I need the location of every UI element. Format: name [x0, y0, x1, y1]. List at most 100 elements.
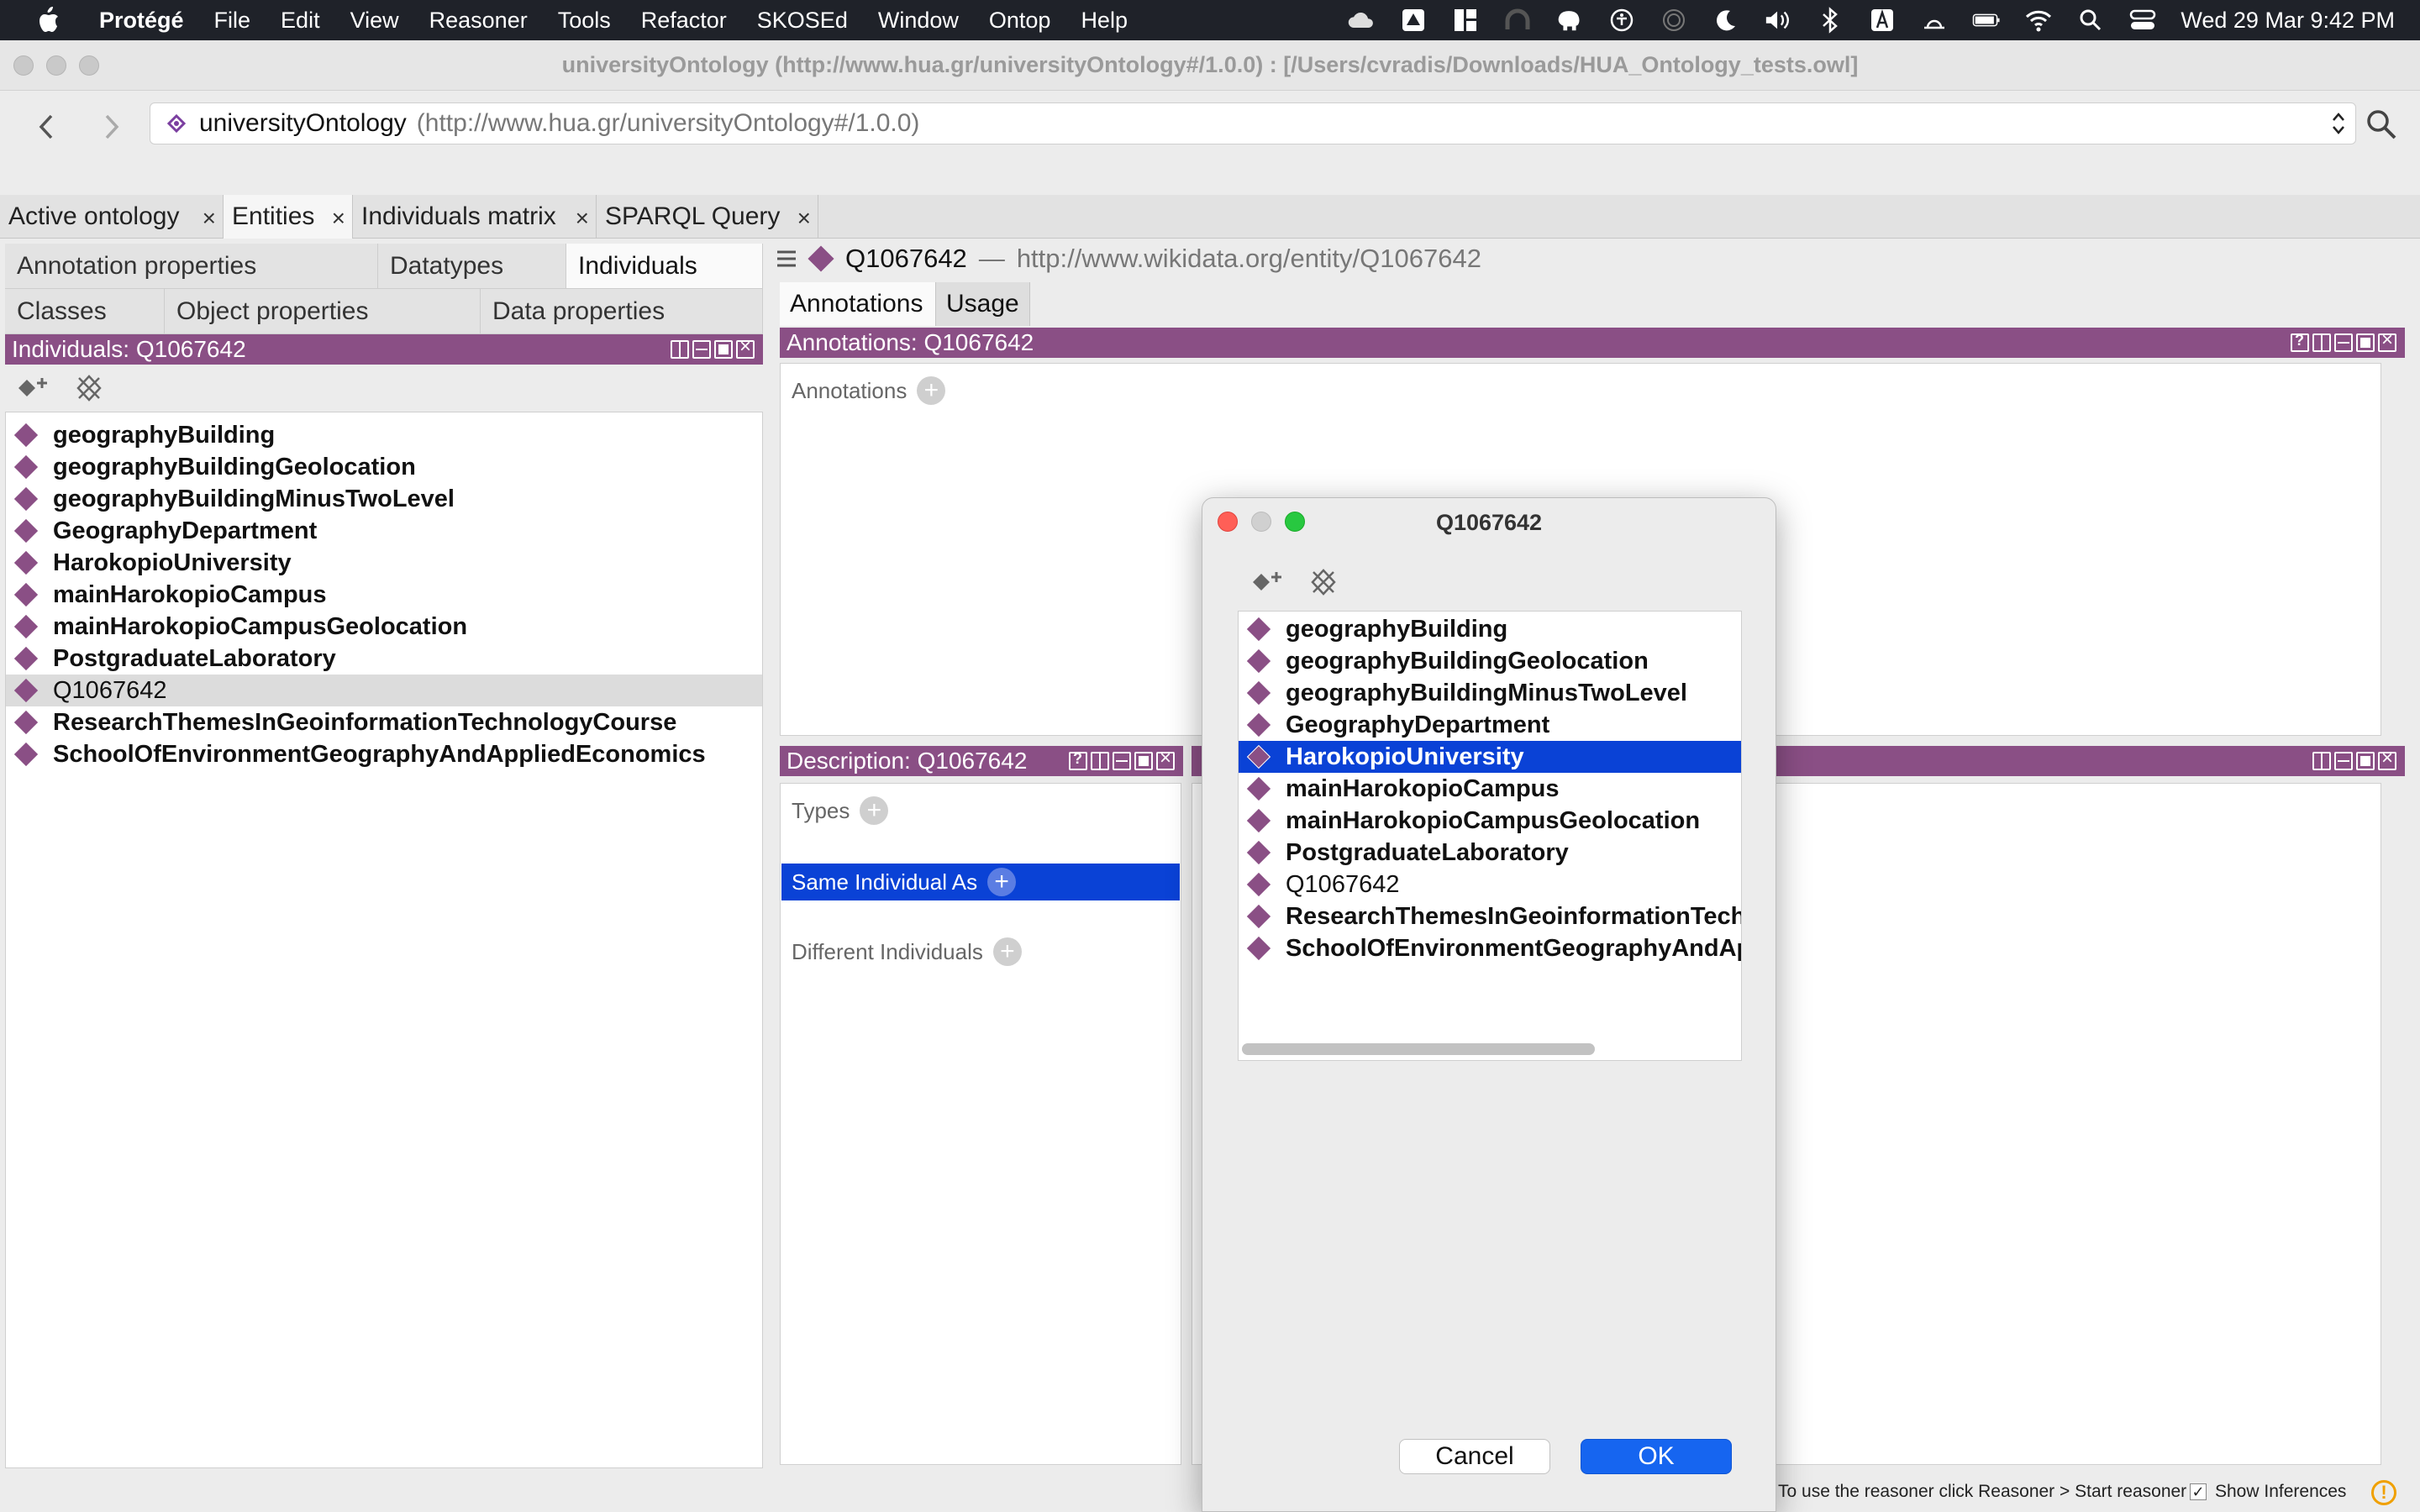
horizontal-scrollbar[interactable] [1242, 1043, 1595, 1055]
list-item-selected[interactable]: Q1067642 [6, 675, 762, 706]
headphones-icon[interactable] [1503, 6, 1532, 34]
list-item[interactable]: HarokopioUniversity [6, 547, 762, 579]
wifi-icon[interactable] [2024, 6, 2053, 34]
menu-help[interactable]: Help [1065, 8, 1143, 34]
spotlight-search-icon[interactable] [2076, 6, 2105, 34]
drive-icon[interactable] [1399, 6, 1428, 34]
tab-entities[interactable]: Entities × [224, 195, 353, 239]
hamburger-menu-icon[interactable] [776, 249, 797, 268]
list-item[interactable]: mainHarokopioCampus [6, 579, 762, 611]
subtab-data-properties[interactable]: Data properties [481, 289, 763, 334]
menu-bar-clock[interactable]: Wed 29 Mar 9:42 PM [2181, 8, 2395, 34]
list-item[interactable]: geographyBuildingMinusTwoLevel [1239, 677, 1741, 709]
ok-button[interactable]: OK [1581, 1439, 1732, 1474]
show-inferences-checkbox[interactable]: ✓ [2190, 1483, 2207, 1500]
split-view-icon[interactable] [2312, 333, 2331, 352]
airdrop-icon[interactable] [1660, 6, 1688, 34]
do-not-disturb-icon[interactable] [1712, 6, 1740, 34]
help-icon[interactable] [1069, 750, 1087, 770]
menu-skosed[interactable]: SKOSEd [742, 8, 863, 34]
subtab-object-properties[interactable]: Object properties [165, 289, 481, 334]
close-tab-icon[interactable]: × [576, 205, 589, 232]
add-annotation-icon[interactable]: + [917, 376, 946, 405]
menu-ontop[interactable]: Ontop [974, 8, 1066, 34]
add-individual-icon[interactable] [15, 373, 52, 403]
minimize-view-icon[interactable] [692, 340, 711, 359]
ontology-selector[interactable]: universityOntology (http://www.hua.gr/un… [150, 102, 2356, 144]
show-inferences-toggle[interactable]: ✓ Show Inferences [2190, 1482, 2346, 1502]
tab-usage[interactable]: Usage [936, 282, 1030, 326]
list-item[interactable]: Q1067642 [1239, 869, 1741, 900]
warning-icon[interactable]: ! [2371, 1480, 2396, 1505]
menu-app-name[interactable]: Protégé [84, 8, 199, 34]
list-item[interactable]: geographyBuilding [1239, 613, 1741, 645]
add-individual-icon[interactable] [1249, 567, 1286, 597]
close-tab-icon[interactable]: × [332, 205, 345, 232]
control-center-icon[interactable] [2128, 6, 2157, 34]
subtab-individuals[interactable]: Individuals [566, 244, 763, 289]
close-view-icon[interactable] [1156, 747, 1175, 770]
forward-button[interactable] [91, 106, 133, 148]
search-button[interactable] [2365, 108, 2398, 145]
bluetooth-icon[interactable] [1816, 6, 1844, 34]
list-item[interactable]: geographyBuildingGeolocation [6, 451, 762, 483]
minimize-view-icon[interactable] [1113, 752, 1131, 770]
add-type-icon[interactable]: + [860, 796, 889, 825]
close-view-icon[interactable] [2378, 328, 2396, 352]
split-view-icon[interactable] [2312, 752, 2331, 770]
menu-refactor[interactable]: Refactor [626, 8, 742, 34]
menu-window[interactable]: Window [863, 8, 974, 34]
window-layout-icon[interactable] [1451, 6, 1480, 34]
list-item[interactable]: geographyBuilding [6, 419, 762, 451]
delete-individual-icon[interactable] [74, 373, 104, 403]
input-source-icon[interactable] [1868, 6, 1897, 34]
menu-reasoner[interactable]: Reasoner [414, 8, 543, 34]
back-button[interactable] [25, 106, 67, 148]
list-item[interactable]: ResearchThemesInGeoinformationTechnology… [1239, 900, 1741, 932]
subtab-annotation-properties[interactable]: Annotation properties [5, 244, 378, 289]
list-item[interactable]: mainHarokopioCampusGeolocation [1239, 805, 1741, 837]
brightness-icon[interactable] [1920, 6, 1949, 34]
list-item-selected[interactable]: HarokopioUniversity [1239, 741, 1741, 773]
add-same-individual-icon[interactable]: + [987, 868, 1017, 896]
list-item[interactable]: PostgraduateLaboratory [6, 643, 762, 675]
minimize-view-icon[interactable] [2334, 752, 2353, 770]
list-item[interactable]: ResearchThemesInGeoinformationTechnology… [6, 706, 762, 738]
list-item[interactable]: SchoolOfEnvironmentGeographyAndAppliedEc… [1239, 932, 1741, 964]
subtab-datatypes[interactable]: Datatypes [378, 244, 566, 289]
cancel-button[interactable]: Cancel [1399, 1439, 1550, 1474]
tab-individuals-matrix[interactable]: Individuals matrix × [353, 195, 597, 239]
minimize-view-icon[interactable] [2334, 333, 2353, 352]
cloud-icon[interactable] [1347, 6, 1376, 34]
list-item[interactable]: geographyBuildingGeolocation [1239, 645, 1741, 677]
list-item[interactable]: mainHarokopioCampus [1239, 773, 1741, 805]
subtab-classes[interactable]: Classes [5, 289, 165, 334]
tab-sparql-query[interactable]: SPARQL Query × [597, 195, 818, 239]
delete-individual-icon[interactable] [1308, 567, 1339, 597]
maximize-view-icon[interactable] [2356, 752, 2375, 770]
list-item[interactable]: PostgraduateLaboratory [1239, 837, 1741, 869]
maximize-view-icon[interactable] [714, 340, 733, 359]
list-item[interactable]: mainHarokopioCampusGeolocation [6, 611, 762, 643]
same-individual-as-frame[interactable]: Same Individual As + [781, 864, 1180, 900]
accessibility-icon[interactable] [1607, 6, 1636, 34]
tab-annotations[interactable]: Annotations [780, 282, 936, 326]
battery-icon[interactable] [1972, 6, 2001, 34]
split-view-icon[interactable] [671, 340, 689, 359]
menu-file[interactable]: File [199, 8, 266, 34]
menu-view[interactable]: View [335, 8, 414, 34]
close-tab-icon[interactable]: × [203, 205, 216, 232]
apple-menu-icon[interactable] [24, 0, 72, 40]
menu-edit[interactable]: Edit [266, 8, 335, 34]
maximize-view-icon[interactable] [1134, 752, 1153, 770]
volume-icon[interactable] [1764, 6, 1792, 34]
elephant-icon[interactable] [1555, 6, 1584, 34]
add-different-individual-icon[interactable]: + [992, 937, 1022, 966]
close-view-icon[interactable] [2378, 747, 2396, 770]
list-item[interactable]: GeographyDepartment [1239, 709, 1741, 741]
list-item[interactable]: geographyBuildingMinusTwoLevel [6, 483, 762, 515]
help-icon[interactable] [2291, 332, 2309, 352]
list-item[interactable]: GeographyDepartment [6, 515, 762, 547]
close-tab-icon[interactable]: × [797, 205, 811, 232]
list-item[interactable]: SchoolOfEnvironmentGeographyAndAppliedEc… [6, 738, 762, 770]
